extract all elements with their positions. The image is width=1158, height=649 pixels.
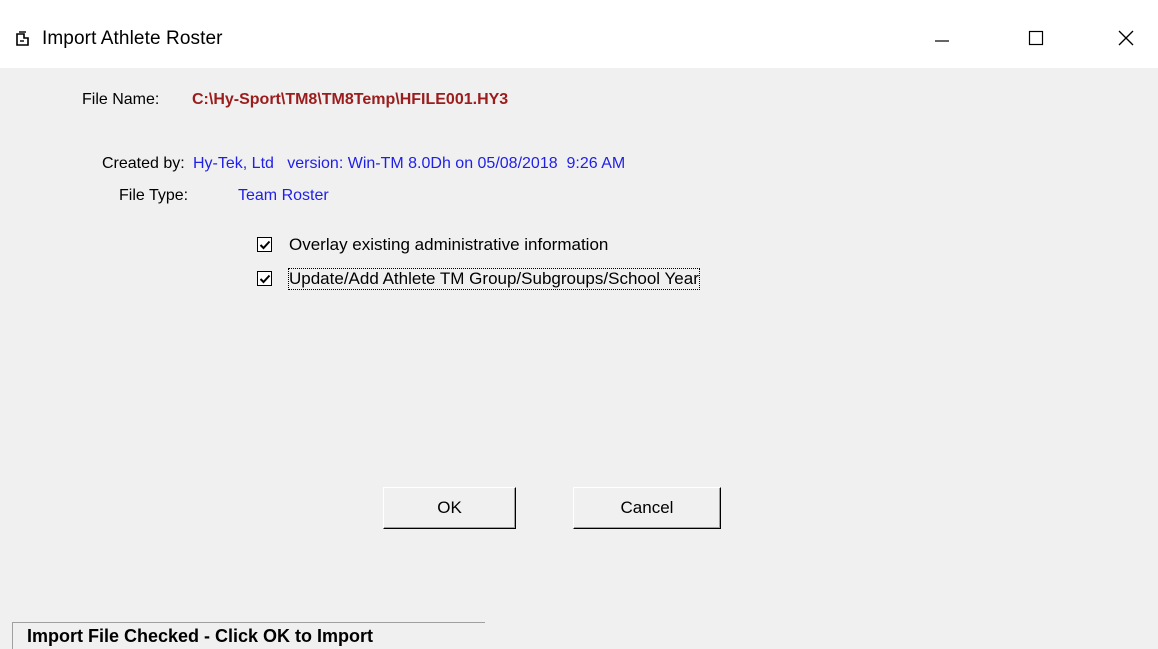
update-groups-checkbox[interactable] (257, 271, 272, 286)
status-bar: Import File Checked - Click OK to Import (12, 622, 485, 649)
close-icon (1118, 30, 1134, 46)
check-icon (259, 274, 271, 284)
window-title: Import Athlete Roster (42, 28, 223, 49)
maximize-button[interactable] (1006, 15, 1066, 61)
ok-button[interactable]: OK (383, 487, 516, 529)
file-type-label: File Type: (119, 187, 189, 204)
created-by-label: Created by: (102, 155, 185, 172)
minimize-icon (935, 40, 949, 42)
maximize-icon (1028, 30, 1044, 46)
file-name-value: C:\Hy-Sport\TM8\TM8Temp\HFILE001.HY3 (192, 91, 509, 108)
check-icon (259, 240, 271, 250)
app-icon (14, 30, 32, 48)
minimize-button[interactable] (912, 15, 972, 61)
update-groups-label[interactable]: Update/Add Athlete TM Group/Subgroups/Sc… (288, 268, 700, 290)
file-name-label: File Name: (82, 91, 160, 108)
overlay-admin-checkbox[interactable] (257, 237, 272, 252)
cancel-button[interactable]: Cancel (573, 487, 721, 529)
close-button[interactable] (1096, 15, 1156, 61)
file-type-value: Team Roster (238, 187, 329, 204)
overlay-admin-label[interactable]: Overlay existing administrative informat… (289, 235, 608, 255)
created-by-value: Hy-Tek, Ltd version: Win-TM 8.0Dh on 05/… (193, 155, 626, 172)
title-bar: Import Athlete Roster (0, 0, 1158, 68)
